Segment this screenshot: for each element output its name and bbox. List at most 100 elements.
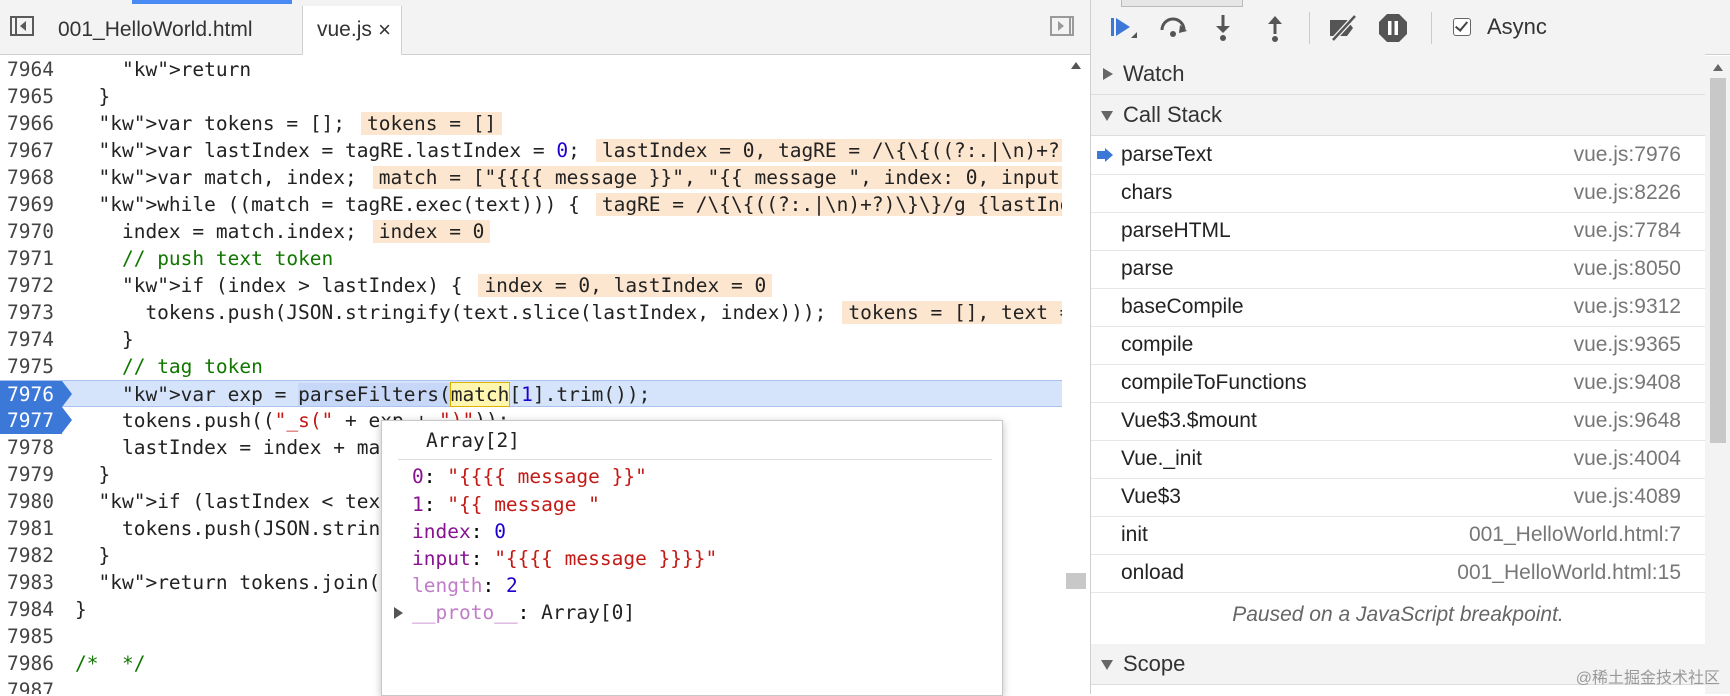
line-number[interactable]: 7972 [0, 272, 62, 299]
editor-tab-bar: 001_HelloWorld.html vue.js × [0, 0, 1090, 55]
expand-arrow-icon [1103, 68, 1113, 80]
tab-helloworld-html[interactable]: 001_HelloWorld.html [44, 0, 300, 54]
popover-property[interactable]: __proto__: Array[0] [394, 599, 635, 627]
toggle-debugger-icon[interactable] [1050, 16, 1076, 38]
call-stack-section-header[interactable]: Call Stack [1091, 95, 1705, 136]
frame-location-link[interactable]: vue.js:7784 [1574, 212, 1681, 250]
popover-property: length: 2 [412, 572, 518, 600]
property-colon: : [517, 601, 542, 624]
tab-vue-js[interactable]: vue.js × [302, 6, 402, 55]
pause-on-exceptions-icon[interactable] [1375, 10, 1411, 46]
line-number[interactable]: 7984 [0, 596, 62, 623]
paused-message: Paused on a JavaScript breakpoint. [1232, 603, 1564, 626]
async-checkbox[interactable] [1453, 18, 1471, 36]
call-frame[interactable]: Vue$3 vue.js:4089 [1091, 478, 1705, 517]
watch-section-header[interactable]: Watch [1091, 54, 1705, 95]
property-value: "{{ message " [447, 493, 600, 516]
line-number[interactable]: 7965 [0, 83, 62, 110]
frame-location-link[interactable]: 001_HelloWorld.html:7 [1469, 516, 1681, 554]
frame-location-link[interactable]: vue.js:4089 [1574, 478, 1681, 516]
code-text: } [75, 463, 111, 486]
popover-property: 0: "{{{{ message }}" [412, 463, 647, 491]
frame-function-name: baseCompile [1121, 295, 1244, 318]
line-number[interactable]: 7966 [0, 110, 62, 137]
frame-location-link[interactable]: vue.js:9408 [1574, 364, 1681, 402]
call-frame[interactable]: compileToFunctions vue.js:9408 [1091, 364, 1705, 403]
frame-location-link[interactable]: vue.js:9312 [1574, 288, 1681, 326]
call-frame[interactable]: compile vue.js:9365 [1091, 326, 1705, 365]
line-number[interactable]: 7985 [0, 623, 62, 650]
code-line: 7970 index = match.index; index = 0 [0, 218, 1062, 245]
step-over-icon[interactable] [1155, 10, 1191, 46]
code-scrollbar[interactable] [1062, 56, 1090, 694]
line-number[interactable]: 7978 [0, 434, 62, 461]
close-tab-icon[interactable]: × [378, 6, 391, 54]
line-number[interactable]: 7970 [0, 218, 62, 245]
line-number[interactable]: 7968 [0, 164, 62, 191]
step-into-icon[interactable] [1205, 10, 1241, 46]
property-colon: : [470, 520, 495, 543]
code-text: "kw">var tokens = []; tokens = [] [75, 110, 503, 137]
line-number[interactable]: 7969 [0, 191, 62, 218]
scroll-up-icon[interactable] [1713, 64, 1723, 71]
frame-location-link[interactable]: vue.js:9365 [1574, 326, 1681, 364]
code-line: 7968 "kw">var match, index; match = ["{{{… [0, 164, 1062, 191]
frame-function-name: init [1121, 523, 1148, 546]
call-frame[interactable]: baseCompile vue.js:9312 [1091, 288, 1705, 327]
property-value: "{{{{ message }}}}" [494, 547, 718, 570]
line-number[interactable]: 7982 [0, 542, 62, 569]
call-frame[interactable]: parseHTML vue.js:7784 [1091, 212, 1705, 251]
frame-function-name: Vue$3.$mount [1121, 409, 1257, 432]
frame-location-link[interactable]: 001_HelloWorld.html:15 [1457, 554, 1681, 592]
frame-location-link[interactable]: vue.js:9648 [1574, 402, 1681, 440]
property-key: 0 [412, 465, 424, 488]
collapse-arrow-icon [1101, 660, 1113, 670]
popover-property: input: "{{{{ message }}}}" [412, 545, 717, 573]
line-number[interactable]: 7983 [0, 569, 62, 596]
scroll-thumb[interactable] [1710, 78, 1726, 443]
line-number[interactable]: 7979 [0, 461, 62, 488]
line-number[interactable]: 7987 [0, 677, 62, 694]
call-frame[interactable]: onload 001_HelloWorld.html:15 [1091, 554, 1705, 593]
call-frame[interactable]: chars vue.js:8226 [1091, 174, 1705, 213]
debugger-sidebar: Async Watch Call Stack parseText vue.js:7… [1091, 0, 1730, 694]
code-text: // tag token [121, 355, 263, 378]
line-number[interactable]: 7973 [0, 299, 62, 326]
scroll-thumb[interactable] [1066, 573, 1086, 589]
line-number[interactable]: 7986 [0, 650, 62, 677]
sidebar-scrollbar[interactable] [1705, 56, 1730, 694]
line-number[interactable]: 7980 [0, 488, 62, 515]
tab-label: vue.js [317, 18, 372, 41]
line-number[interactable]: 7971 [0, 245, 62, 272]
line-number[interactable]: 7977 [0, 407, 72, 434]
toggle-navigator-icon[interactable] [10, 16, 36, 38]
frame-function-name: Vue._init [1121, 447, 1202, 470]
line-number[interactable]: 7964 [0, 56, 62, 83]
line-number[interactable]: 7976 [0, 381, 72, 408]
frame-location-link[interactable]: vue.js:4004 [1574, 440, 1681, 478]
line-number[interactable]: 7967 [0, 137, 62, 164]
call-frame[interactable]: parseText vue.js:7976 [1091, 136, 1705, 175]
call-frame[interactable]: Vue$3.$mount vue.js:9648 [1091, 402, 1705, 441]
inline-variable-value: tagRE = /\{\{((?:.|\n)+?)\}\}/g {lastInd… [595, 193, 1062, 216]
scroll-up-icon[interactable] [1071, 62, 1081, 69]
property-value: 0 [494, 520, 506, 543]
expand-arrow-icon[interactable] [394, 607, 403, 619]
line-number[interactable]: 7981 [0, 515, 62, 542]
code-line: 7967 "kw">var lastIndex = tagRE.lastInde… [0, 137, 1062, 164]
call-frame[interactable]: Vue._init vue.js:4004 [1091, 440, 1705, 479]
frame-location-link[interactable]: vue.js:7976 [1574, 136, 1681, 174]
call-frame[interactable]: parse vue.js:8050 [1091, 250, 1705, 289]
step-out-icon[interactable] [1257, 10, 1293, 46]
popover-property: index: 0 [412, 518, 506, 546]
deactivate-breakpoints-icon[interactable] [1325, 10, 1361, 46]
code-text: } [75, 85, 111, 108]
line-number[interactable]: 7974 [0, 326, 62, 353]
resume-icon[interactable] [1105, 10, 1141, 46]
code-text: "kw">var exp = parseFilters(match[1].tri… [121, 382, 651, 407]
frame-location-link[interactable]: vue.js:8050 [1574, 250, 1681, 288]
toolbar-separator [1431, 12, 1432, 44]
frame-location-link[interactable]: vue.js:8226 [1574, 174, 1681, 212]
line-number[interactable]: 7975 [0, 353, 62, 380]
call-frame[interactable]: init 001_HelloWorld.html:7 [1091, 516, 1705, 555]
